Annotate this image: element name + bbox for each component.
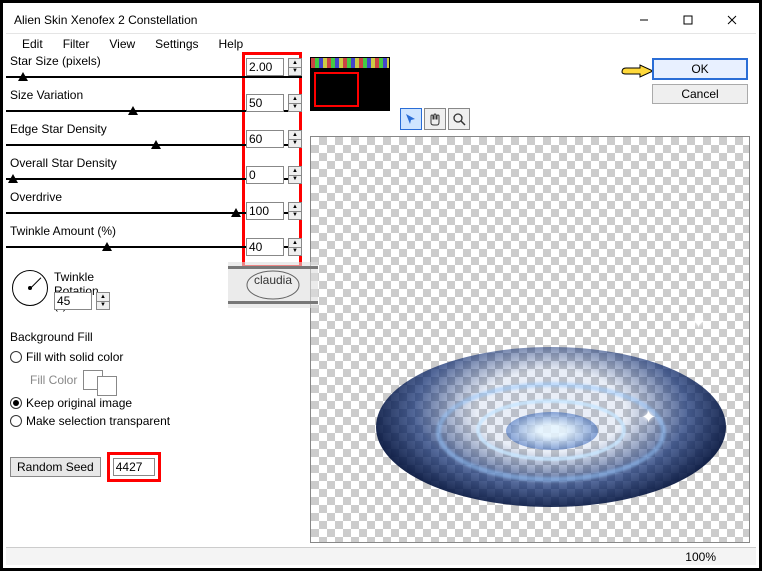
overall-density-label: Overall Star Density [10, 156, 117, 170]
watermark: claudia [228, 262, 318, 308]
zoom-tool-button[interactable] [448, 108, 470, 130]
app-frame: Alien Skin Xenofex 2 Constellation Edit … [0, 0, 762, 571]
fill-color-label: Fill Color [30, 373, 77, 387]
close-button[interactable] [710, 7, 754, 33]
highlight-seed [107, 452, 161, 482]
star-size-input[interactable] [246, 58, 284, 76]
spinner[interactable]: ▲▼ [288, 202, 302, 220]
random-seed-input[interactable] [113, 458, 155, 476]
radio-make-transparent[interactable]: Make selection transparent [10, 412, 240, 430]
menu-edit[interactable]: Edit [12, 35, 53, 53]
twinkle-amount-label: Twinkle Amount (%) [10, 224, 116, 238]
edge-density-input[interactable] [246, 130, 284, 148]
menubar: Edit Filter View Settings Help [6, 34, 756, 54]
spinner[interactable]: ▲▼ [288, 94, 302, 112]
spinner[interactable]: ▲▼ [288, 166, 302, 184]
spinner[interactable]: ▲▼ [288, 130, 302, 148]
size-variation-label: Size Variation [10, 88, 83, 102]
menu-help[interactable]: Help [209, 35, 254, 53]
move-tool-button[interactable] [400, 108, 422, 130]
slider-thumb[interactable] [8, 174, 18, 183]
overdrive-input[interactable] [246, 202, 284, 220]
size-variation-input[interactable] [246, 94, 284, 112]
sparkle-icon: ✦ [691, 312, 706, 333]
radio-keep-original[interactable]: Keep original image [10, 394, 240, 412]
bgfill-header: Background Fill [10, 330, 240, 344]
background-fill-group: Background Fill Fill with solid color Fi… [10, 330, 240, 430]
ok-button[interactable]: OK [652, 58, 748, 80]
twinkle-rotation-input[interactable] [54, 292, 92, 310]
preview-artwork [376, 327, 726, 517]
edge-density-label: Edge Star Density [10, 122, 107, 136]
slider-thumb[interactable] [128, 106, 138, 115]
star-size-label: Star Size (pixels) [10, 54, 101, 68]
zoom-level: 100% [685, 550, 716, 564]
preview-thumbnail[interactable] [310, 57, 390, 111]
titlebar: Alien Skin Xenofex 2 Constellation [6, 6, 756, 34]
twinkle-rotation-dial[interactable] [12, 270, 48, 306]
main-preview[interactable]: ✦ ✦ [310, 136, 750, 543]
menu-view[interactable]: View [99, 35, 145, 53]
radio-fill-solid[interactable]: Fill with solid color [10, 348, 240, 366]
slider-thumb[interactable] [102, 242, 112, 251]
fill-color-bg[interactable] [97, 376, 117, 396]
overall-density-input[interactable] [246, 166, 284, 184]
twinkle-amount-input[interactable] [246, 238, 284, 256]
svg-text:claudia: claudia [254, 273, 292, 287]
spinner[interactable]: ▲▼ [288, 238, 302, 256]
spinner[interactable]: ▲▼ [96, 292, 110, 310]
pointer-hand-icon [620, 60, 656, 87]
slider-thumb[interactable] [231, 208, 241, 217]
spinner[interactable]: ▲▼ [288, 58, 302, 76]
random-seed-button[interactable]: Random Seed [10, 457, 101, 477]
hand-tool-button[interactable] [424, 108, 446, 130]
sparkle-icon: ✦ [641, 407, 656, 428]
menu-filter[interactable]: Filter [53, 35, 100, 53]
preview-selection[interactable] [314, 72, 359, 107]
slider-thumb[interactable] [151, 140, 161, 149]
cancel-button[interactable]: Cancel [652, 84, 748, 104]
minimize-button[interactable] [622, 7, 666, 33]
overdrive-label: Overdrive [10, 190, 62, 204]
maximize-button[interactable] [666, 7, 710, 33]
slider-thumb[interactable] [18, 72, 28, 81]
window-title: Alien Skin Xenofex 2 Constellation [14, 13, 622, 27]
menu-settings[interactable]: Settings [145, 35, 208, 53]
status-bar: 100% [6, 547, 756, 565]
